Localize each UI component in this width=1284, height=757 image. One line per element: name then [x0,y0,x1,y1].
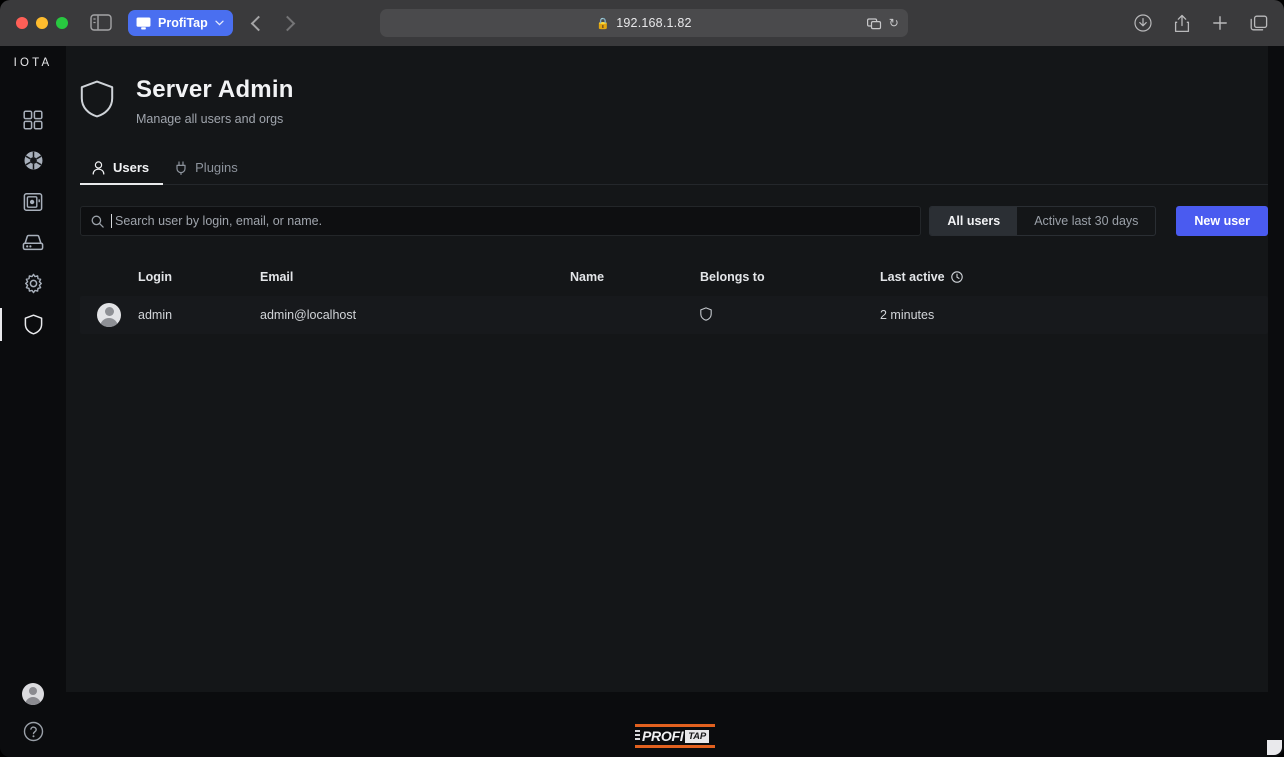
sidebar-item-dashboards[interactable] [0,99,66,140]
left-nav-rail: IOTA [0,46,66,757]
close-window-button[interactable] [16,17,28,29]
gear-icon [23,273,44,294]
address-bar-actions: ↻ [867,9,899,37]
application-window: IOTA [0,46,1284,757]
tab-plugins-label: Plugins [195,160,238,175]
help-button[interactable] [23,721,44,747]
reload-icon[interactable]: ↻ [889,16,899,30]
vault-icon [23,192,43,212]
users-table: Login Email Name Belongs to Last active [80,258,1268,334]
logo-primary-text: PROFI [642,728,683,744]
sidebar-item-devices[interactable] [0,222,66,263]
maximize-window-button[interactable] [56,17,68,29]
filter-all-users[interactable]: All users [930,207,1017,235]
sidebar-item-capture[interactable] [0,140,66,181]
sidebar-item-settings[interactable] [0,263,66,304]
logo-top-bar [635,724,715,727]
user-icon [92,161,105,175]
table-row[interactable]: admin admin@localhost 2 minutes [80,296,1268,334]
cell-last-active: 2 minutes [880,308,1100,322]
page-subtitle: Manage all users and orgs [136,112,294,126]
user-avatar-icon [97,303,121,327]
question-circle-icon [23,721,44,742]
page-shield-icon [80,80,114,123]
row-avatar-cell [80,303,138,327]
column-last-active[interactable]: Last active [880,270,1100,284]
logo-bottom-bar [635,745,715,748]
filter-active-last-30-days[interactable]: Active last 30 days [1017,207,1155,235]
cell-login: admin [138,308,260,322]
server-icon [22,234,44,251]
logo-wordmark: PROFI TAP [635,728,715,744]
main-content-card: Server Admin Manage all users and orgs U… [66,46,1268,692]
profitap-logo: PROFI TAP [635,724,715,748]
grid-icon [23,110,43,130]
download-icon[interactable] [1134,14,1152,32]
search-placeholder: Search user by login, email, or name. [115,214,322,228]
avatar-head [105,307,114,316]
column-last-active-label: Last active [880,270,945,284]
shield-icon [700,310,712,324]
brand-logo: IOTA [14,57,53,69]
browser-chrome: ProfiTap 🔒 192.168.1.82 ↻ [0,0,1284,46]
chevron-down-icon[interactable] [215,20,224,26]
browser-tab-label: ProfiTap [158,16,208,30]
tab-users-label: Users [113,160,149,175]
shield-icon [24,314,43,335]
page-footer: PROFI TAP Support | Profitap HQ B.V., Hi… [66,692,1284,757]
browser-tab-profitap[interactable]: ProfiTap [128,10,233,36]
display-icon [136,17,151,30]
search-input[interactable]: Search user by login, email, or name. [80,206,921,236]
back-button[interactable] [251,15,267,31]
sidebar-item-admin[interactable] [0,304,66,345]
avatar-body [100,318,118,327]
browser-toolbar-right [1134,0,1268,46]
column-name[interactable]: Name [570,270,700,284]
page-header: Server Admin Manage all users and orgs [66,46,1268,126]
column-belongs-to[interactable]: Belongs to [700,270,880,284]
sidebar-item-storage[interactable] [0,181,66,222]
users-toolbar: Search user by login, email, or name. Al… [80,206,1268,236]
cell-belongs-to [700,307,880,324]
sidebar-toggle-icon[interactable] [90,14,114,33]
logo-ticks [635,730,640,742]
new-user-button[interactable]: New user [1176,206,1268,236]
tab-overview-icon[interactable] [1250,15,1268,32]
tab-users[interactable]: Users [80,160,163,184]
avatar-head [29,687,37,695]
forward-button[interactable] [280,15,296,31]
plug-icon [175,161,187,175]
clock-info-icon[interactable] [951,271,963,283]
aperture-icon [23,150,44,171]
lock-icon: 🔒 [596,17,610,30]
avatar-body [25,697,41,705]
logo-secondary-text: TAP [685,730,709,743]
nav-rail-items [0,99,66,345]
cell-email: admin@localhost [260,308,570,322]
address-bar[interactable]: 🔒 192.168.1.82 ↻ [380,9,908,37]
search-icon [91,215,104,228]
window-traffic-lights [0,17,68,29]
address-text: 192.168.1.82 [616,16,691,30]
tab-bar: Users Plugins [80,152,1268,185]
column-login[interactable]: Login [138,270,260,284]
minimize-window-button[interactable] [36,17,48,29]
extensions-icon[interactable] [867,17,882,30]
browser-navigation [253,18,293,29]
new-tab-icon[interactable] [1212,15,1228,31]
column-email[interactable]: Email [260,270,570,284]
nav-rail-bottom [0,683,66,757]
avatar[interactable] [22,683,44,705]
tab-plugins[interactable]: Plugins [163,160,252,184]
share-icon[interactable] [1174,14,1190,33]
users-filter-segmented-control: All users Active last 30 days [929,206,1156,236]
page-title: Server Admin [136,76,294,104]
text-cursor [111,214,112,228]
table-header-row: Login Email Name Belongs to Last active [80,258,1268,296]
